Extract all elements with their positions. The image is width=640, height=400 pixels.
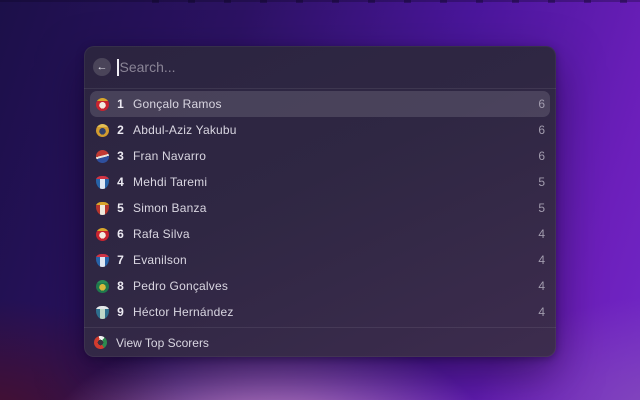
footer-label: View Top Scorers [116,335,209,350]
text-caret [117,58,119,76]
player-name: Evanilson [133,253,187,267]
goals-count: 5 [538,175,545,189]
goals-count: 6 [538,123,545,137]
club-crest-icon [96,97,109,111]
club-crest-icon [96,305,109,319]
wallpaper-ticks [152,0,636,3]
list-item[interactable]: 8 Pedro Gonçalves 4 [90,273,550,299]
goals-count: 4 [538,227,545,241]
rank-number: 5 [117,201,124,215]
search-input[interactable]: Search... [117,46,547,88]
list-item[interactable]: 3 Fran Navarro 6 [90,143,550,169]
player-name: Fran Navarro [133,149,207,163]
club-crest-icon [96,123,109,137]
goals-count: 6 [538,149,545,163]
list-item[interactable]: 7 Evanilson 4 [90,247,550,273]
goals-count: 6 [538,97,545,111]
rank-number: 8 [117,279,124,293]
scorers-list: 1 Gonçalo Ramos 6 2 Abdul-Aziz Yakubu 6 … [84,89,556,327]
player-name: Mehdi Taremi [133,175,208,189]
goals-count: 4 [538,253,545,267]
list-item[interactable]: 4 Mehdi Taremi 5 [90,169,550,195]
arrow-left-icon: ← [96,60,108,73]
list-item[interactable]: 9 Héctor Hernández 4 [90,299,550,325]
goals-count: 5 [538,201,545,215]
launcher-window: ← Search... 1 Gonçalo Ramos 6 2 Abdul-Az… [84,46,556,357]
rank-number: 7 [117,253,124,267]
player-name: Gonçalo Ramos [133,97,222,111]
club-crest-icon [96,279,109,293]
player-name: Pedro Gonçalves [133,279,229,293]
rank-number: 1 [117,97,124,111]
rank-number: 6 [117,227,124,241]
goals-count: 4 [538,305,545,319]
goals-count: 4 [538,279,545,293]
search-bar: ← Search... [84,46,556,88]
rank-number: 9 [117,305,124,319]
list-item[interactable]: 2 Abdul-Aziz Yakubu 6 [90,117,550,143]
player-name: Simon Banza [133,201,207,215]
player-name: Abdul-Aziz Yakubu [133,123,237,137]
league-logo-icon [94,336,107,349]
footer-action[interactable]: View Top Scorers [84,328,556,357]
club-crest-icon [96,227,109,241]
rank-number: 2 [117,123,124,137]
player-name: Héctor Hernández [133,305,234,319]
list-item[interactable]: 6 Rafa Silva 4 [90,221,550,247]
back-button[interactable]: ← [93,58,111,76]
player-name: Rafa Silva [133,227,190,241]
club-crest-icon [96,201,109,215]
search-placeholder: Search... [119,59,176,75]
club-crest-icon [96,149,109,163]
rank-number: 4 [117,175,124,189]
club-crest-icon [96,253,109,267]
list-item[interactable]: 5 Simon Banza 5 [90,195,550,221]
list-item[interactable]: 1 Gonçalo Ramos 6 [90,91,550,117]
club-crest-icon [96,175,109,189]
rank-number: 3 [117,149,124,163]
